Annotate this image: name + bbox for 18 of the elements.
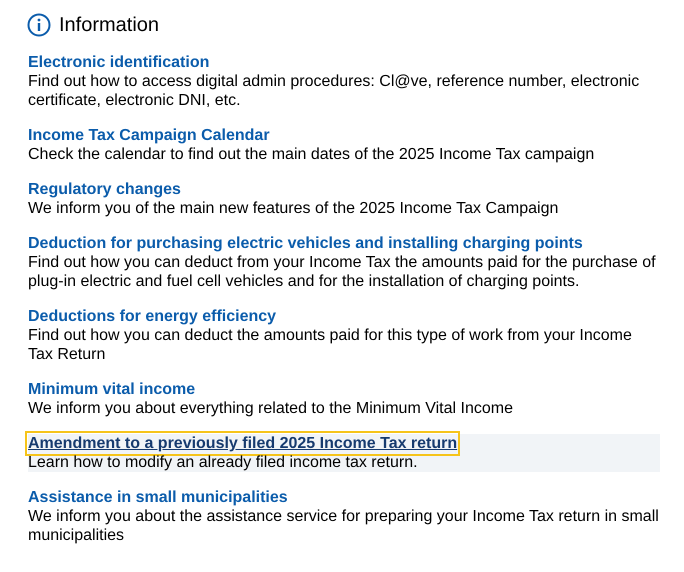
item-description: Find out how you can deduct the amounts paid for this type of work from your Income Tax Return — [28, 326, 633, 364]
info-icon — [27, 13, 51, 37]
link[interactable]: Deductions for energy efficiency — [28, 307, 276, 326]
link[interactable]: Income Tax Campaign Calendar — [28, 126, 270, 145]
item-description: Find out how you can deduct from your Income Tax the amounts paid for the purchase of plug-in electric and fuel cell vehicles and for the installation of charging points. — [28, 253, 657, 291]
item-description: We inform you about the assistance service for preparing your Income Tax return in small municipalities — [28, 507, 660, 545]
item-description: Learn how to modify an already filed income tax return. — [28, 453, 419, 472]
link[interactable]: Amendment to a previously filed 2025 Income Tax return — [28, 434, 458, 453]
section-title: Information — [59, 13, 160, 38]
link[interactable]: Minimum vital income — [28, 380, 196, 399]
link[interactable]: Electronic identification — [28, 53, 210, 72]
link[interactable]: Regulatory changes — [28, 180, 181, 199]
item-description: We inform you about everything related to the Minimum Vital Income — [28, 399, 514, 418]
item-description: Check the calendar to find out the main dates of the 2025 Income Tax campaign — [28, 145, 596, 164]
item-description: We inform you of the main new features of the 2025 Income Tax Campaign — [28, 199, 560, 218]
link[interactable]: Assistance in small municipalities — [28, 488, 288, 507]
item-description: Find out how to access digital admin procedures: Cl@ve, reference number, electronic certificate, electronic DNI, etc. — [28, 72, 640, 110]
link[interactable]: Deduction for purchasing electric vehicles and installing charging points — [28, 234, 583, 253]
